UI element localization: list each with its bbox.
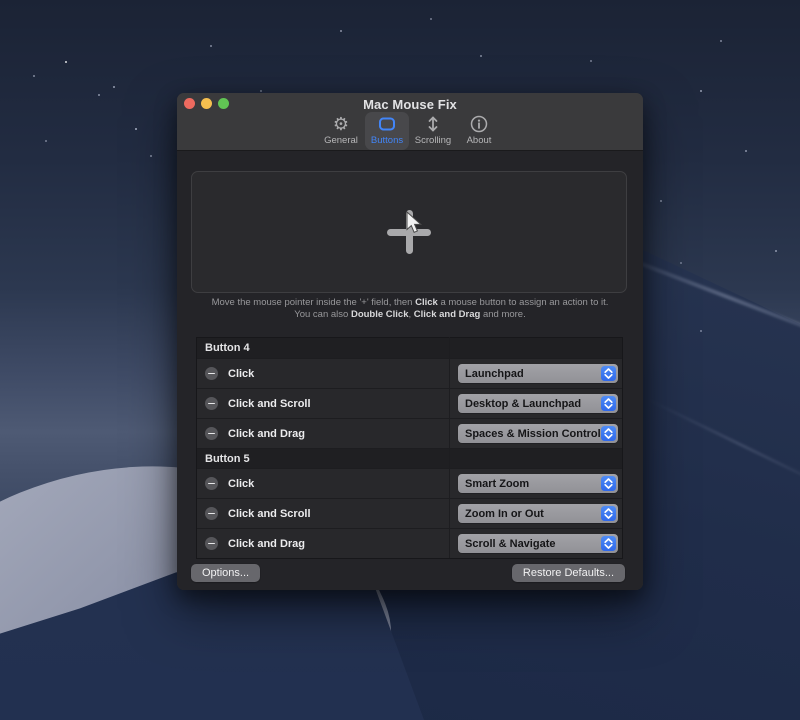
stepper-chevrons-icon	[601, 536, 616, 551]
mouse-cursor	[406, 211, 423, 239]
remove-action-button[interactable]	[205, 477, 218, 490]
minus-icon	[208, 483, 215, 485]
section-header-button5: Button 5	[197, 448, 622, 468]
dropdown-value: Launchpad	[465, 368, 524, 380]
tab-label: Scrolling	[415, 135, 451, 146]
trigger-label: Click and Scroll	[228, 398, 311, 410]
minus-icon	[208, 513, 215, 515]
dropdown-value: Smart Zoom	[465, 478, 529, 490]
minus-icon	[208, 373, 215, 375]
trigger-label: Click and Drag	[228, 428, 305, 440]
table-row: Click and Drag Scroll & Navigate	[197, 528, 622, 558]
minus-icon	[208, 433, 215, 435]
dropdown-value: Zoom In or Out	[465, 508, 544, 520]
action-dropdown[interactable]: Spaces & Mission Control	[458, 424, 618, 443]
action-dropdown[interactable]: Smart Zoom	[458, 474, 618, 493]
remove-action-button[interactable]	[205, 367, 218, 380]
tab-label: General	[324, 135, 358, 146]
dropdown-value: Scroll & Navigate	[465, 538, 555, 550]
action-dropdown[interactable]: Scroll & Navigate	[458, 534, 618, 553]
stepper-chevrons-icon	[601, 426, 616, 441]
trigger-label: Click	[228, 368, 254, 380]
dropdown-value: Spaces & Mission Control	[465, 428, 601, 440]
instructions-text: Move the mouse pointer inside the '+' fi…	[177, 297, 643, 321]
table-row: Click Launchpad	[197, 358, 622, 388]
stepper-chevrons-icon	[601, 476, 616, 491]
stepper-chevrons-icon	[601, 366, 616, 381]
dropdown-value: Desktop & Launchpad	[465, 398, 581, 410]
remove-action-button[interactable]	[205, 427, 218, 440]
stepper-chevrons-icon	[601, 506, 616, 521]
instructions-line2: You can also Double Click, Click and Dra…	[177, 309, 643, 321]
gear-icon: ⚙	[333, 112, 349, 135]
options-button[interactable]: Options...	[191, 564, 260, 582]
tab-buttons[interactable]: Buttons	[365, 112, 409, 150]
tab-general[interactable]: ⚙ General	[319, 112, 363, 150]
action-dropdown[interactable]: Desktop & Launchpad	[458, 394, 618, 413]
remove-action-button[interactable]	[205, 397, 218, 410]
titlebar: Mac Mouse Fix ⚙ General Buttons Scrollin…	[177, 93, 643, 151]
trigger-label: Click and Drag	[228, 538, 305, 550]
scrolling-arrows-icon	[423, 112, 443, 135]
tab-label: About	[467, 135, 492, 146]
mac-mouse-fix-window: Mac Mouse Fix ⚙ General Buttons Scrollin…	[177, 93, 643, 590]
tab-scrolling[interactable]: Scrolling	[411, 112, 455, 150]
tab-label: Buttons	[371, 135, 403, 146]
toolbar-tabs: ⚙ General Buttons Scrolling	[177, 112, 643, 150]
remove-action-button[interactable]	[205, 507, 218, 520]
window-title: Mac Mouse Fix	[177, 97, 643, 112]
remove-action-button[interactable]	[205, 537, 218, 550]
restore-defaults-button[interactable]: Restore Defaults...	[512, 564, 625, 582]
buttons-icon	[377, 112, 397, 135]
tab-about[interactable]: About	[457, 112, 501, 150]
remaps-table: Button 4 Click Launchpad Click and Scrol…	[196, 337, 623, 559]
instructions-line1: Move the mouse pointer inside the '+' fi…	[177, 297, 643, 309]
section-header-button4: Button 4	[197, 338, 622, 358]
table-row: Click and Scroll Desktop & Launchpad	[197, 388, 622, 418]
action-dropdown[interactable]: Zoom In or Out	[458, 504, 618, 523]
minus-icon	[208, 403, 215, 405]
wallpaper-stars	[0, 0, 2, 2]
table-row: Click and Scroll Zoom In or Out	[197, 498, 622, 528]
trigger-label: Click	[228, 478, 254, 490]
table-row: Click and Drag Spaces & Mission Control	[197, 418, 622, 448]
trigger-label: Click and Scroll	[228, 508, 311, 520]
minus-icon	[208, 543, 215, 545]
stepper-chevrons-icon	[601, 396, 616, 411]
table-row: Click Smart Zoom	[197, 468, 622, 498]
info-icon	[469, 112, 489, 135]
action-dropdown[interactable]: Launchpad	[458, 364, 618, 383]
